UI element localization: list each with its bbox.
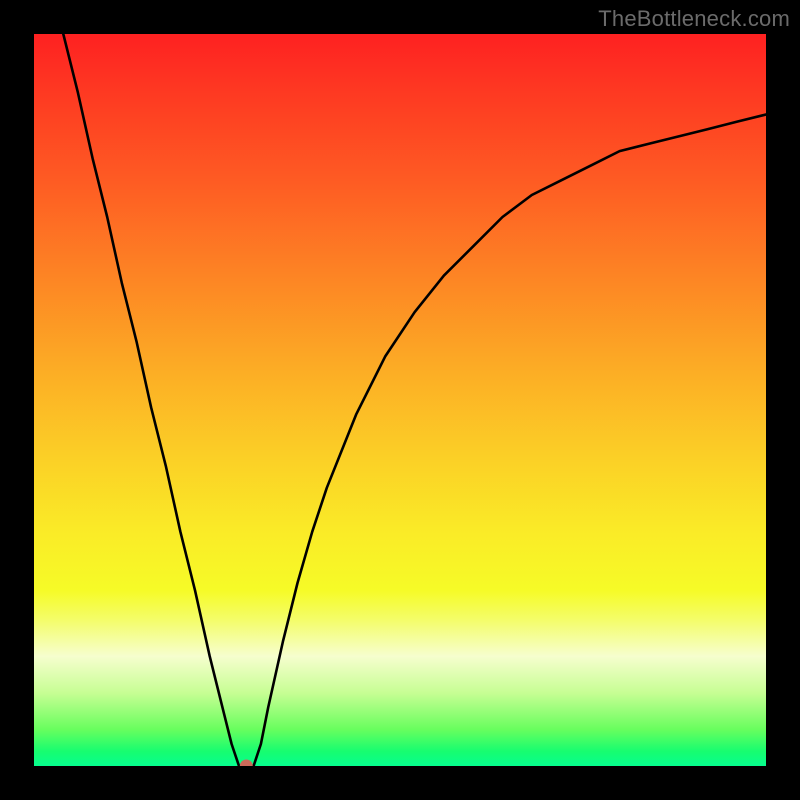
plot-area [34, 34, 766, 766]
marker-dot [240, 760, 253, 767]
chart-frame: TheBottleneck.com [0, 0, 800, 800]
bottleneck-curve [34, 34, 766, 766]
watermark-text: TheBottleneck.com [598, 6, 790, 32]
